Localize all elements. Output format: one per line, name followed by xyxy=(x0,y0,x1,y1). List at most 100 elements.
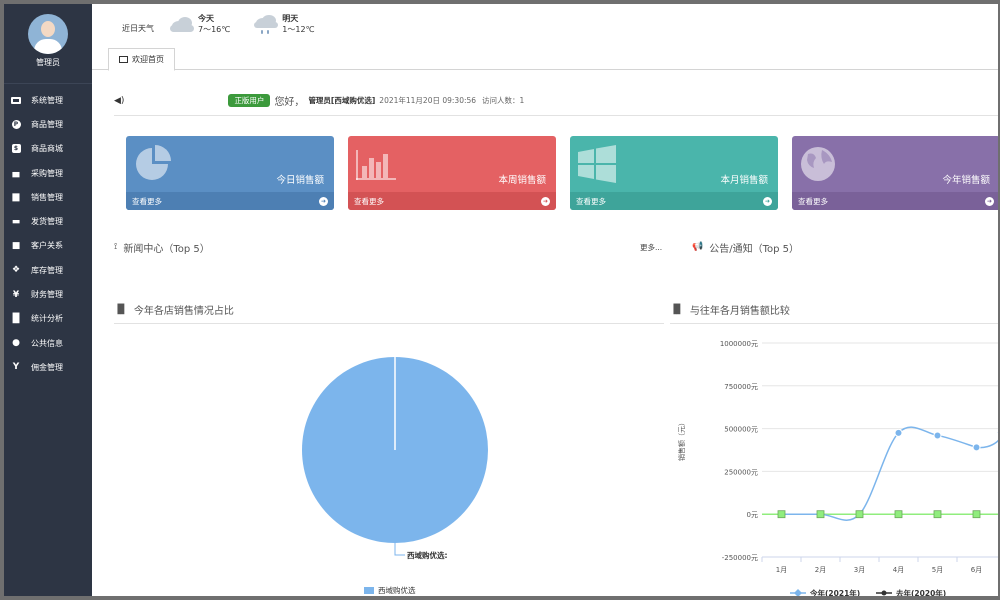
legend-swatch xyxy=(364,587,374,594)
bullhorn-icon: 📢 xyxy=(692,242,704,252)
current-user: 管理员[西域购优选] xyxy=(308,96,376,105)
sidebar-item-statistics[interactable]: ▐▌ 统计分析 xyxy=(4,307,92,331)
notice-title-text: 公告/通知（Top 5） xyxy=(709,243,800,255)
data-point-this-year xyxy=(972,443,981,452)
sidebar-item-commission[interactable]: Y 佣金管理 xyxy=(4,355,92,379)
sidebar-item-public-info[interactable]: ● 公共信息 xyxy=(4,331,92,355)
sidebar-item-label: 公共信息 xyxy=(31,338,63,348)
sidebar-item-label: 库存管理 xyxy=(31,265,63,275)
sidebar-item-products[interactable]: P 商品管理 xyxy=(4,112,92,136)
weather-today: 今天 7～16℃ xyxy=(168,13,230,35)
card-title: 今日销售额 xyxy=(276,175,324,186)
data-point-this-year xyxy=(894,428,903,437)
card-more-link[interactable]: 查看更多 xyxy=(354,196,384,207)
sidebar-item-label: 统计分析 xyxy=(31,314,63,324)
monitor-icon xyxy=(119,56,128,63)
pie-chart-icon xyxy=(136,145,171,180)
line-section-title: ▐▌ 与往年各月销售额比较 xyxy=(670,296,998,318)
bar-chart-icon: ▐▌ xyxy=(670,304,684,315)
bar-chart-icon xyxy=(356,150,396,180)
cubes-icon: ❖ xyxy=(11,265,21,276)
arrow-right-icon[interactable]: ➜ xyxy=(763,196,772,206)
card-week-sales[interactable]: 本周销售额 查看更多 ➜ xyxy=(348,136,556,210)
sidebar-item-inventory[interactable]: ❖ 库存管理 xyxy=(4,258,92,282)
pie-label-connector xyxy=(394,543,405,556)
legend-marker-last-year xyxy=(881,590,887,596)
notice-title: 📢 公告/通知（Top 5） xyxy=(692,240,799,255)
news-more-link[interactable]: 更多... xyxy=(640,242,662,253)
weather-label: 近日天气 xyxy=(122,23,154,33)
arrow-right-icon[interactable]: ➜ xyxy=(985,196,994,206)
y-tick-label: 750000元 xyxy=(724,383,758,391)
app-frame: 管理员 系统管理 P 商品管理 $ 商品商城 ▄ 采购管理 ▆ 销售管理 ▬ 发货管理 ■… xyxy=(4,4,998,596)
pie-legend[interactable]: 西域购优选 xyxy=(364,585,416,596)
globe-icon xyxy=(801,147,835,181)
news-title: ⟟ 新闻中心（Top 5） xyxy=(114,240,210,255)
pie-data-label: 西域购优选: xyxy=(407,550,448,560)
rss-icon: ⟟ xyxy=(114,242,118,252)
card-title: 今年销售额 xyxy=(942,175,990,186)
y-tick-label: -250000元 xyxy=(722,554,758,562)
sidebar-item-system[interactable]: 系统管理 xyxy=(4,88,92,112)
legend-marker-this-year xyxy=(794,589,802,596)
x-tick-label: 3月 xyxy=(854,566,865,574)
y-tick-label: 0元 xyxy=(747,511,758,519)
speaker-icon: ◀) xyxy=(114,95,125,106)
windows-icon xyxy=(578,145,616,183)
main-content: 近日天气 今天 7～16℃ 明天 1～12℃ 欢迎首页 ◀) 正版用户 您好， … xyxy=(92,4,998,596)
card-more-link[interactable]: 查看更多 xyxy=(132,196,162,207)
monitor-icon xyxy=(10,95,22,105)
basket-icon: ▆ xyxy=(12,192,20,203)
user-panel: 管理员 xyxy=(4,14,92,84)
license-badge: 正版用户 xyxy=(228,94,271,107)
arrow-right-icon[interactable]: ➜ xyxy=(541,196,550,206)
rain-icon xyxy=(252,13,280,35)
weather-tomorrow-day: 明天 xyxy=(282,14,299,23)
sidebar-item-sales[interactable]: ▆ 销售管理 xyxy=(4,185,92,209)
tab-label: 欢迎首页 xyxy=(132,55,164,64)
truck-icon: ▬ xyxy=(11,216,21,227)
yen-icon: ¥ xyxy=(12,289,20,300)
bar-chart-icon: ▐▌ xyxy=(9,313,23,324)
sidebar-item-store[interactable]: $ 商品商城 xyxy=(4,137,92,161)
line-section-header: ▐▌ 与往年各月销售额比较 xyxy=(670,296,998,324)
sidebar-item-shipping[interactable]: ▬ 发货管理 xyxy=(4,209,92,233)
sidebar-item-customers[interactable]: ■ 客户关系 xyxy=(4,234,92,258)
arrow-right-icon[interactable]: ➜ xyxy=(319,196,328,206)
welcome-bar: ◀) 正版用户 您好， 管理员[西域购优选] 2021年11月20日 09:30… xyxy=(114,86,998,116)
legend-label-this-year: 今年(2021年) xyxy=(809,588,860,596)
store-icon: $ xyxy=(10,144,22,154)
y-tick-label: 250000元 xyxy=(724,468,758,476)
weather-today-day: 今天 xyxy=(198,14,214,23)
news-notice-row: ⟟ 新闻中心（Top 5） 更多... 📢 公告/通知（Top 5） xyxy=(114,236,998,258)
data-point-last-year xyxy=(933,510,942,519)
card-more-link[interactable]: 查看更多 xyxy=(798,196,828,207)
sidebar-item-purchase[interactable]: ▄ 采购管理 xyxy=(4,161,92,185)
legend-label: 西域购优选 xyxy=(378,586,416,595)
card-more-link[interactable]: 查看更多 xyxy=(576,196,606,207)
pie-section-header: ▐▌ 今年各店销售情况占比 xyxy=(114,296,664,324)
sidebar-item-label: 系统管理 xyxy=(31,95,63,105)
legend-label-last-year: 去年(2020年) xyxy=(896,588,946,596)
avatar[interactable] xyxy=(28,14,68,54)
line-section-title-text: 与往年各月销售额比较 xyxy=(689,306,790,317)
data-point-last-year xyxy=(777,510,786,519)
weather-today-temp: 7～16℃ xyxy=(198,25,231,34)
user-name: 管理员 xyxy=(36,58,60,67)
card-today-sales[interactable]: 今日销售额 查看更多 ➜ xyxy=(126,136,334,210)
y-tick-label: 1000000元 xyxy=(720,340,758,348)
tab-welcome[interactable]: 欢迎首页 xyxy=(108,48,175,71)
briefcase-icon: ■ xyxy=(11,240,21,251)
current-datetime: 2021年11月20日 09:30:56 xyxy=(379,96,477,105)
card-title: 本月销售额 xyxy=(720,175,768,186)
x-tick-label: 1月 xyxy=(776,566,787,574)
sidebar-item-finance[interactable]: ¥ 财务管理 xyxy=(4,282,92,306)
card-year-sales[interactable]: 今年销售额 查看更多 ➜ xyxy=(792,136,998,210)
card-month-sales[interactable]: 本月销售额 查看更多 ➜ xyxy=(570,136,778,210)
y-axis-title: 销售额（元） xyxy=(677,419,686,461)
fork-icon: Y xyxy=(12,362,20,373)
weather-bar: 近日天气 今天 7～16℃ 明天 1～12℃ xyxy=(92,4,998,44)
pie-chart: 西域购优选: xyxy=(302,357,488,560)
y-tick-label: 500000元 xyxy=(724,426,758,434)
globe-icon: ● xyxy=(12,338,20,349)
